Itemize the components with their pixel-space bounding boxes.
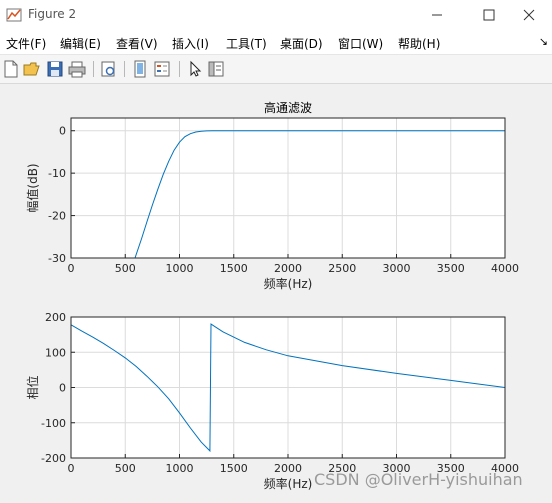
menu-bar: 文件(F) 编辑(E) 查看(V) 插入(I) 工具(T) 桌面(D) 窗口(W… xyxy=(0,30,552,55)
window-title: Figure 2 xyxy=(28,7,77,21)
minimize-icon xyxy=(432,14,442,16)
insert-legend-icon[interactable] xyxy=(153,60,171,78)
figure-canvas: 0 500 1000 1500 2000 2500 3000 3500 4000 0 -10 -20-… xyxy=(0,84,552,500)
property-editor-icon[interactable] xyxy=(207,60,225,78)
y-tick-label: -30 xyxy=(48,252,66,265)
y-tick-label: -100 xyxy=(41,417,66,430)
y-axis-label: 相位 xyxy=(25,375,40,399)
x-tick-label: 2000 xyxy=(274,262,302,275)
new-figure-icon[interactable] xyxy=(2,60,20,78)
y-axis-label: 幅值(dB) xyxy=(25,163,40,212)
menu-window[interactable]: 窗口(W) xyxy=(338,35,383,52)
watermark: CSDN @OliverH-yishuihan xyxy=(314,470,523,489)
y-tick-label: 200 xyxy=(45,311,66,324)
menu-insert[interactable]: 插入(I) xyxy=(172,35,209,52)
y-tick-label: -200 xyxy=(41,452,66,465)
pointer-icon[interactable] xyxy=(186,60,204,78)
plots-svg: 0 500 1000 1500 2000 2500 3000 3500 40000-10-20-… xyxy=(25,100,519,491)
menu-overflow-icon[interactable]: ↘ xyxy=(539,35,548,48)
maximize-icon xyxy=(483,9,495,21)
x-tick-label: 2500 xyxy=(328,262,356,275)
minimize-button[interactable] xyxy=(414,0,460,30)
menu-edit[interactable]: 编辑(E) xyxy=(60,35,101,52)
x-tick-label: 1500 xyxy=(220,262,248,275)
toolbar xyxy=(0,55,552,84)
y-tick-label: 0 xyxy=(59,382,66,395)
x-tick-label: 500 xyxy=(115,262,136,275)
close-button[interactable] xyxy=(506,0,552,30)
link-plot-icon[interactable] xyxy=(131,60,149,78)
menu-help[interactable]: 帮助(H) xyxy=(398,35,440,52)
x-axis-label: 频率(Hz) xyxy=(264,276,313,291)
print-icon[interactable] xyxy=(68,60,86,78)
y-tick-label: -10 xyxy=(48,167,66,180)
print-preview-icon[interactable] xyxy=(99,60,117,78)
x-tick-label: 500 xyxy=(115,462,136,475)
x-axis-label: 频率(Hz) xyxy=(264,476,313,491)
menu-desktop[interactable]: 桌面(D) xyxy=(280,35,323,52)
chart-title: 高通滤波 xyxy=(264,100,312,115)
x-tick-label: 1500 xyxy=(220,462,248,475)
menu-file[interactable]: 文件(F) xyxy=(6,35,46,52)
y-tick-label: 0 xyxy=(59,125,66,138)
y-tick-label: -20 xyxy=(48,210,66,223)
menu-view[interactable]: 查看(V) xyxy=(116,35,158,52)
x-tick-label: 0 xyxy=(68,462,75,475)
toolbar-separator xyxy=(124,61,125,77)
phase-axes: 0 500 1000 1500 2000 2500 3000 3500 40002001000-… xyxy=(25,311,519,491)
save-icon[interactable] xyxy=(46,60,64,78)
x-tick-label: 1000 xyxy=(166,462,194,475)
y-tick-label: 100 xyxy=(45,346,66,359)
toolbar-separator xyxy=(93,61,94,77)
title-bar: Figure 2 xyxy=(0,0,552,30)
x-tick-label: 4000 xyxy=(491,262,519,275)
x-tick-label: 2000 xyxy=(274,462,302,475)
x-tick-label: 3500 xyxy=(437,262,465,275)
matlab-figure-icon xyxy=(6,8,22,22)
toolbar-separator xyxy=(179,61,180,77)
menu-tools[interactable]: 工具(T) xyxy=(226,35,267,52)
x-tick-label: 0 xyxy=(68,262,75,275)
open-file-icon[interactable] xyxy=(23,60,41,78)
close-icon xyxy=(523,9,535,21)
magnitude-axes: 0 500 1000 1500 2000 2500 3000 3500 4000 0 -10 -20 -… xyxy=(25,100,519,291)
x-tick-label: 3000 xyxy=(383,262,411,275)
x-tick-label: 1000 xyxy=(166,262,194,275)
